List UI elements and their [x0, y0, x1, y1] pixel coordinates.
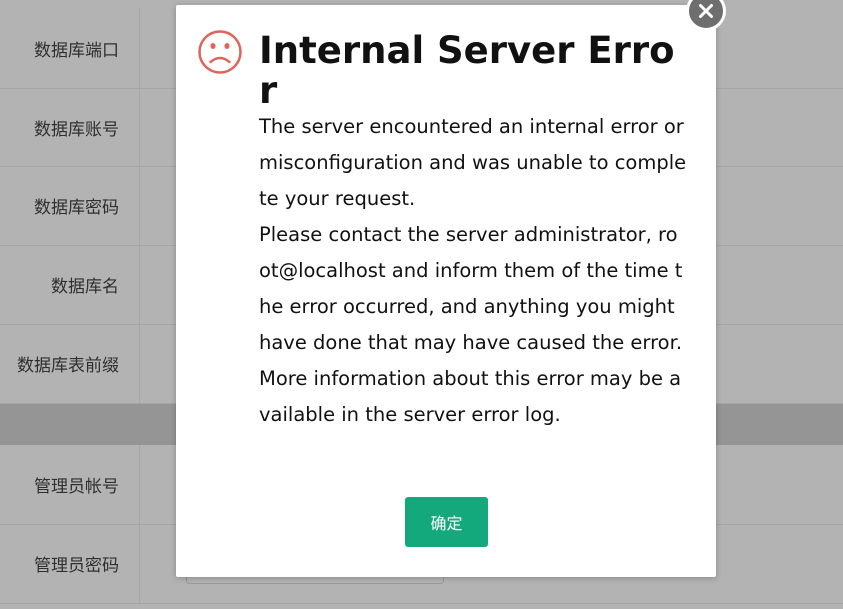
message-paragraph: Please contact the server administrator,… [259, 223, 683, 354]
dialog-message: The server encountered an internal error… [259, 109, 687, 433]
message-paragraph: The server encountered an internal error… [259, 115, 687, 210]
admin-password-label: 管理员密码 [0, 524, 140, 603]
db-prefix-label: 数据库表前缀 [0, 324, 140, 403]
error-dialog: Internal Server Error The server encount… [176, 5, 716, 577]
sad-face-icon [198, 30, 242, 74]
db-name-label: 数据库名 [0, 245, 140, 324]
confirm-button[interactable]: 确定 [405, 497, 488, 547]
admin-account-label: 管理员帐号 [0, 445, 140, 524]
db-password-label: 数据库密码 [0, 166, 140, 245]
db-user-label: 数据库账号 [0, 88, 140, 166]
dialog-title: Internal Server Error [259, 29, 675, 112]
close-icon [699, 4, 713, 18]
message-paragraph: More information about this error may be… [259, 367, 682, 426]
db-port-label: 数据库端口 [0, 8, 140, 88]
